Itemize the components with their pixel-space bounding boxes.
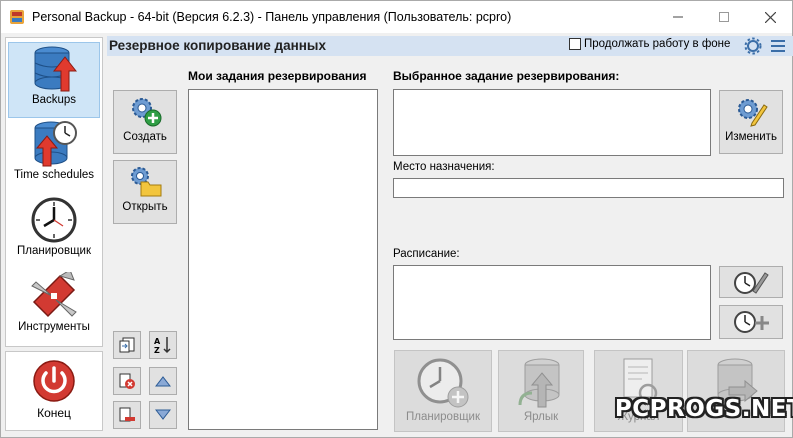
sidebar-item-tools[interactable]: Инструменты (8, 270, 100, 346)
tasks-list[interactable] (188, 89, 378, 430)
minimize-icon (673, 16, 683, 18)
gear-pencil-icon (738, 99, 768, 127)
watermark-text: PCPROGS.NET (614, 396, 793, 422)
doc-remove-icon (119, 407, 135, 422)
sort-button[interactable]: A Z (149, 331, 177, 359)
keep-working-label: Продолжать работу в фоне (584, 38, 731, 50)
selected-task-box (393, 89, 711, 156)
power-icon (33, 360, 75, 402)
app-window: Personal Backup - 64-bit (Версия 6.2.3) … (0, 0, 793, 438)
maximize-icon (719, 12, 729, 22)
triangle-up-icon (155, 376, 171, 387)
sidebar-item-label: Time schedules (13, 169, 95, 181)
bottom-button-label: Планировщик (406, 411, 480, 423)
bottom-button-label: Ярлык (523, 411, 559, 423)
gear-folder-icon (131, 167, 162, 197)
copy-task-button[interactable] (113, 331, 141, 359)
selected-task-label: Выбранное задание резервирования: (393, 69, 620, 83)
move-up-button[interactable] (149, 367, 177, 395)
svg-text:Z: Z (154, 346, 160, 355)
schedule-label: Расписание: (393, 248, 460, 260)
database-shortcut-icon (518, 358, 560, 408)
sidebar-item-label: Backups (31, 94, 77, 106)
clock-add-icon (734, 311, 769, 333)
schedule-box (393, 265, 711, 340)
delete-task-button[interactable] (113, 367, 141, 395)
schedule-edit-button[interactable] (719, 266, 783, 298)
destination-label: Место назначения: (393, 161, 495, 173)
create-label: Создать (123, 131, 167, 143)
section-title: Резервное копирование данных (109, 38, 326, 53)
watermark: PCPROGS.NET (615, 389, 793, 429)
delete-doc-icon (119, 373, 135, 389)
sidebar-item-scheduler[interactable]: Планировщик (8, 194, 100, 270)
close-button[interactable] (747, 1, 793, 33)
triangle-down-icon (155, 409, 171, 420)
gear-add-icon (132, 98, 162, 127)
sort-az-icon: A Z (154, 337, 171, 355)
clock-add-icon (417, 358, 469, 408)
sidebar-item-label: Планировщик (17, 245, 91, 257)
sidebar: Backups Time schedules Планировщик Инстр… (5, 37, 103, 347)
keep-working-checkbox[interactable]: Продолжать работу в фоне (569, 38, 730, 50)
sidebar-item-time-schedules[interactable]: Time schedules (8, 118, 100, 194)
sidebar-item-backups[interactable]: Backups (8, 42, 100, 118)
close-icon (764, 11, 776, 23)
destination-field[interactable] (393, 178, 784, 198)
exit-button[interactable]: Конец (5, 351, 103, 431)
exit-label: Конец (37, 406, 71, 420)
my-tasks-label: Мои задания резервирования (188, 69, 367, 83)
tools-knife-icon (31, 272, 77, 318)
checkbox-box[interactable] (569, 38, 581, 50)
database-clock-icon (34, 121, 77, 167)
copy-icon (119, 337, 135, 353)
gear-icon[interactable] (744, 37, 762, 55)
open-button[interactable]: Открыть (113, 160, 177, 224)
sidebar-item-label: Инструменты (18, 321, 90, 333)
title-bar: Personal Backup - 64-bit (Версия 6.2.3) … (1, 1, 792, 33)
scheduler-button[interactable]: Планировщик (394, 350, 492, 432)
app-icon (10, 10, 24, 24)
clock-icon (31, 197, 77, 243)
edit-button[interactable]: Изменить (719, 90, 783, 154)
window-title: Personal Backup - 64-bit (Версия 6.2.3) … (32, 10, 512, 24)
hamburger-menu-icon[interactable] (770, 37, 786, 55)
svg-text:A: A (154, 337, 161, 346)
remove-task-button[interactable] (113, 401, 141, 429)
database-upload-icon (34, 46, 77, 92)
create-button[interactable]: Создать (113, 90, 177, 154)
schedule-add-button[interactable] (719, 305, 783, 339)
shortcut-button[interactable]: Ярлык (498, 350, 584, 432)
edit-label: Изменить (725, 131, 777, 143)
move-down-button[interactable] (149, 401, 177, 429)
maximize-button[interactable] (701, 1, 747, 33)
clock-pencil-icon (734, 272, 769, 294)
section-header: Резервное копирование данных Продолжать … (107, 36, 793, 56)
open-label: Открыть (122, 201, 168, 213)
minimize-button[interactable] (655, 1, 701, 33)
